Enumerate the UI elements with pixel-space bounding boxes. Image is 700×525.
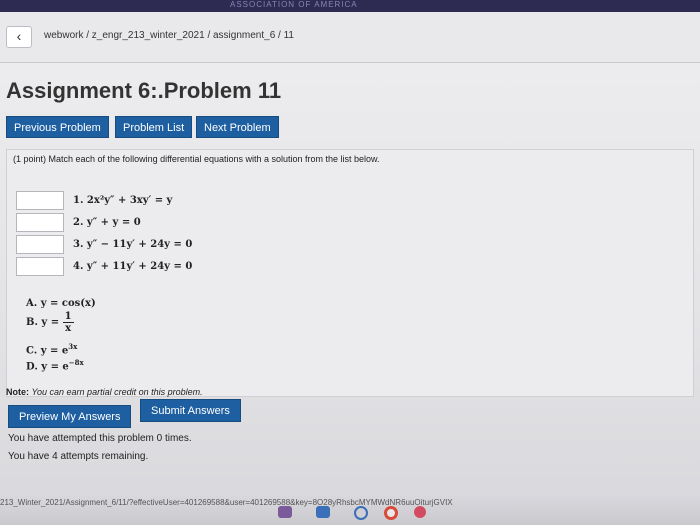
next-problem-button[interactable]: Next Problem — [196, 116, 279, 138]
previous-problem-button[interactable]: Previous Problem — [6, 116, 109, 138]
solution-c-prefix: C. y = e — [26, 345, 69, 357]
top-band: ASSOCIATION OF AMERICA — [0, 0, 700, 12]
equation-3: 3. y″ − 11y′ + 24y = 0 — [73, 239, 193, 250]
note-label: Note: — [6, 387, 29, 397]
back-chevron-icon[interactable]: ‹ — [6, 26, 32, 48]
solution-c: C. y = e3x — [26, 342, 77, 356]
preview-answers-button[interactable]: Preview My Answers — [8, 405, 132, 428]
submit-answers-button[interactable]: Submit Answers — [140, 399, 241, 422]
attempts-count: You have attempted this problem 0 times. — [8, 433, 192, 444]
status-bar: 213_Winter_2021/Assignment_6/11/?effecti… — [0, 492, 700, 525]
equation-4: 4. y″ + 11y′ + 24y = 0 — [73, 261, 193, 272]
solution-b-fraction: 1 x — [62, 311, 74, 334]
solution-b-denominator: x — [65, 323, 72, 334]
answer-input-1[interactable] — [16, 191, 64, 210]
equation-2: 2. y″ + y = 0 — [73, 217, 141, 228]
solution-b-numerator: 1 — [62, 311, 74, 323]
solution-b-prefix: B. y = — [26, 317, 60, 328]
answer-input-4[interactable] — [16, 257, 64, 276]
solution-a: A. y = cos(x) — [26, 298, 96, 309]
answer-input-3[interactable] — [16, 235, 64, 254]
tray-app-icon[interactable] — [414, 506, 426, 518]
partial-credit-note: Note: You can earn partial credit on thi… — [6, 387, 203, 397]
webwork-page: ‹ webwork / z_engr_213_winter_2021 / ass… — [0, 12, 700, 525]
tray-folder-icon[interactable] — [278, 506, 292, 518]
problem-intro: (1 point) Match each of the following di… — [13, 154, 380, 164]
tray-opera-icon[interactable] — [384, 506, 398, 520]
solution-d-exponent: −8x — [68, 358, 84, 367]
problem-list-button[interactable]: Problem List — [115, 116, 193, 138]
note-text: You can earn partial credit on this prob… — [31, 387, 203, 397]
problem-box: (1 point) Match each of the following di… — [6, 149, 694, 397]
answer-input-2[interactable] — [16, 213, 64, 232]
top-band-text: ASSOCIATION OF AMERICA — [230, 0, 358, 9]
solution-d-prefix: D. y = e — [26, 361, 69, 373]
solution-d: D. y = e−8x — [26, 358, 84, 372]
breadcrumb[interactable]: webwork / z_engr_213_winter_2021 / assig… — [44, 30, 294, 41]
tray-mail-icon[interactable] — [316, 506, 330, 518]
attempts-remaining: You have 4 attempts remaining. — [8, 451, 149, 462]
equation-1: 1. 2x²y″ + 3xy′ = y — [73, 195, 173, 206]
breadcrumb-bar: ‹ webwork / z_engr_213_winter_2021 / ass… — [0, 12, 700, 63]
status-url: 213_Winter_2021/Assignment_6/11/?effecti… — [0, 498, 453, 507]
page-title: Assignment 6:.Problem 11 — [6, 78, 282, 103]
solution-b: B. y = 1 x — [26, 311, 74, 334]
solution-c-exponent: 3x — [68, 342, 78, 351]
tray-chrome-icon[interactable] — [354, 506, 368, 520]
